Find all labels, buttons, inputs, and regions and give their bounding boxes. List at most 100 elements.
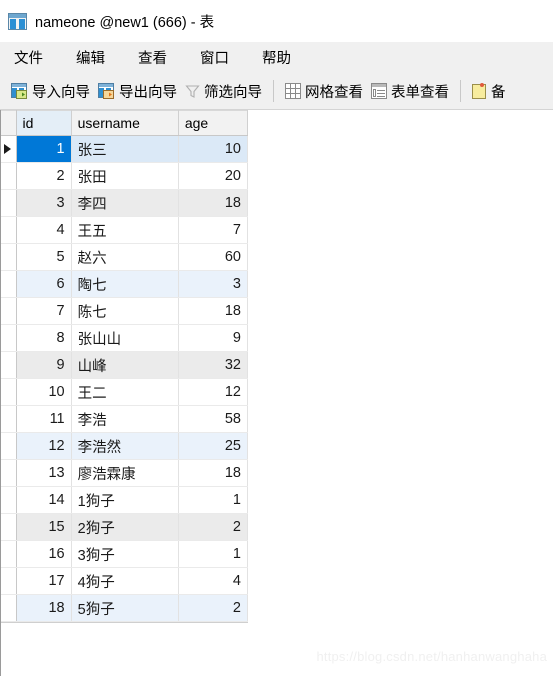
menu-item-file[interactable]: 文件 (14, 47, 43, 68)
cell-username[interactable]: 2狗子 (71, 513, 179, 541)
table-row[interactable]: 9 山峰 32 (1, 351, 249, 379)
row-gutter[interactable] (1, 351, 17, 379)
cell-age[interactable]: 58 (178, 405, 249, 433)
table-row[interactable]: 13 廖浩霖康 18 (1, 459, 249, 487)
table-row[interactable]: 18 5狗子 2 (1, 594, 249, 622)
table-row[interactable]: 2 张田 20 (1, 162, 249, 190)
table-row[interactable]: 8 张山山 9 (1, 324, 249, 352)
cell-username[interactable]: 王五 (71, 216, 179, 244)
row-gutter[interactable] (1, 270, 17, 298)
cell-id[interactable]: 7 (16, 297, 72, 325)
import-wizard-button[interactable]: 导入向导 (7, 77, 94, 105)
cell-id[interactable]: 15 (16, 513, 72, 541)
cell-username[interactable]: 李浩 (71, 405, 179, 433)
cell-id[interactable]: 12 (16, 432, 72, 460)
cell-id[interactable]: 13 (16, 459, 72, 487)
cell-age[interactable]: 60 (178, 243, 249, 271)
row-gutter[interactable] (1, 405, 17, 433)
table-row[interactable]: 15 2狗子 2 (1, 513, 249, 541)
cell-id[interactable]: 6 (16, 270, 72, 298)
cell-id[interactable]: 2 (16, 162, 72, 190)
cell-age[interactable]: 9 (178, 324, 249, 352)
row-gutter[interactable] (1, 486, 17, 514)
table-row[interactable]: 7 陈七 18 (1, 297, 249, 325)
cell-age[interactable]: 3 (178, 270, 249, 298)
row-gutter[interactable] (1, 162, 17, 190)
table-row[interactable]: 4 王五 7 (1, 216, 249, 244)
cell-username[interactable]: 王二 (71, 378, 179, 406)
cell-age[interactable]: 25 (178, 432, 249, 460)
cell-id[interactable]: 5 (16, 243, 72, 271)
menu-item-view[interactable]: 查看 (138, 47, 167, 68)
table-row[interactable]: 5 赵六 60 (1, 243, 249, 271)
cell-username[interactable]: 山峰 (71, 351, 179, 379)
cell-age[interactable]: 4 (178, 567, 249, 595)
table-row[interactable]: 12 李浩然 25 (1, 432, 249, 460)
cell-age[interactable]: 2 (178, 513, 249, 541)
row-gutter[interactable] (1, 432, 17, 460)
export-wizard-button[interactable]: 导出向导 (94, 77, 181, 105)
cell-username[interactable]: 张山山 (71, 324, 179, 352)
cell-age[interactable]: 7 (178, 216, 249, 244)
row-gutter[interactable] (1, 567, 17, 595)
cell-username[interactable]: 廖浩霖康 (71, 459, 179, 487)
cell-username[interactable]: 李浩然 (71, 432, 179, 460)
row-gutter[interactable] (1, 540, 17, 568)
grid-view-button[interactable]: 网格查看 (281, 77, 367, 105)
cell-age[interactable]: 1 (178, 540, 249, 568)
table-row[interactable]: 10 王二 12 (1, 378, 249, 406)
cell-username[interactable]: 陈七 (71, 297, 179, 325)
menu-item-window[interactable]: 窗口 (200, 47, 229, 68)
cell-id[interactable]: 18 (16, 594, 72, 622)
table-row[interactable]: 17 4狗子 4 (1, 567, 249, 595)
cell-id[interactable]: 17 (16, 567, 72, 595)
cell-age[interactable]: 18 (178, 459, 249, 487)
cell-age[interactable]: 18 (178, 297, 249, 325)
table-row[interactable]: 1 张三 10 (1, 135, 249, 163)
row-gutter[interactable] (1, 135, 17, 163)
column-header-username[interactable]: username (71, 110, 179, 136)
row-gutter[interactable] (1, 594, 17, 622)
row-gutter[interactable] (1, 459, 17, 487)
cell-age[interactable]: 10 (178, 135, 249, 163)
cell-id[interactable]: 4 (16, 216, 72, 244)
table-row[interactable]: 11 李浩 58 (1, 405, 249, 433)
cell-id[interactable]: 16 (16, 540, 72, 568)
cell-username[interactable]: 4狗子 (71, 567, 179, 595)
row-gutter[interactable] (1, 378, 17, 406)
cell-id[interactable]: 9 (16, 351, 72, 379)
cell-id[interactable]: 11 (16, 405, 72, 433)
cell-age[interactable]: 20 (178, 162, 249, 190)
table-row[interactable]: 3 李四 18 (1, 189, 249, 217)
cell-age[interactable]: 2 (178, 594, 249, 622)
cell-id[interactable]: 10 (16, 378, 72, 406)
cell-age[interactable]: 12 (178, 378, 249, 406)
cell-id[interactable]: 14 (16, 486, 72, 514)
cell-id[interactable]: 8 (16, 324, 72, 352)
column-header-id[interactable]: id (16, 110, 72, 136)
row-gutter[interactable] (1, 297, 17, 325)
row-gutter[interactable] (1, 243, 17, 271)
cell-username[interactable]: 赵六 (71, 243, 179, 271)
filter-wizard-button[interactable]: 筛选向导 (181, 77, 266, 105)
cell-id[interactable]: 1 (16, 135, 72, 163)
column-header-age[interactable]: age (178, 110, 249, 136)
cell-id[interactable]: 3 (16, 189, 72, 217)
row-gutter[interactable] (1, 324, 17, 352)
menu-item-edit[interactable]: 编辑 (76, 47, 105, 68)
cell-username[interactable]: 1狗子 (71, 486, 179, 514)
table-row[interactable]: 6 陶七 3 (1, 270, 249, 298)
row-gutter[interactable] (1, 189, 17, 217)
menu-item-help[interactable]: 帮助 (262, 47, 291, 68)
row-gutter[interactable] (1, 513, 17, 541)
cell-age[interactable]: 1 (178, 486, 249, 514)
table-row[interactable]: 14 1狗子 1 (1, 486, 249, 514)
note-button[interactable]: 备 (468, 77, 510, 105)
table-row[interactable]: 16 3狗子 1 (1, 540, 249, 568)
cell-username[interactable]: 张三 (71, 135, 179, 163)
cell-username[interactable]: 3狗子 (71, 540, 179, 568)
cell-username[interactable]: 陶七 (71, 270, 179, 298)
row-gutter[interactable] (1, 216, 17, 244)
cell-age[interactable]: 32 (178, 351, 249, 379)
cell-username[interactable]: 张田 (71, 162, 179, 190)
